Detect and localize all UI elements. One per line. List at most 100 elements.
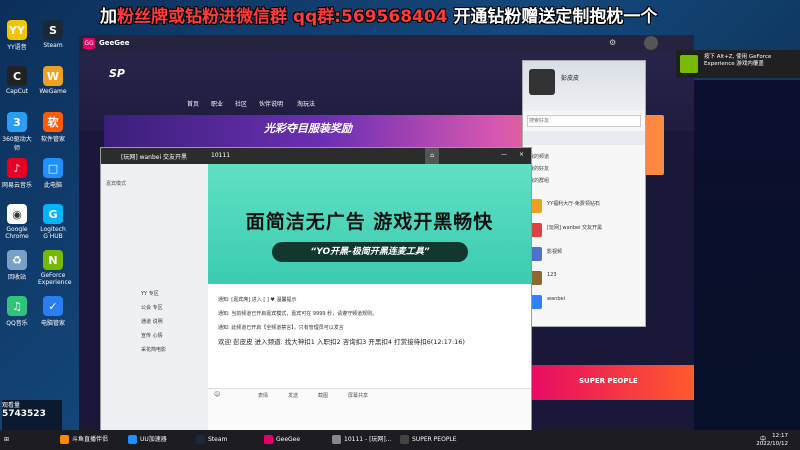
desktop-icon[interactable]: ✓ 电脑管家	[38, 296, 68, 327]
app-icon: G	[43, 204, 63, 224]
taskbar-app[interactable]: 斗鱼直播伴侣	[60, 433, 108, 447]
friend-name: YY福利大厅-免费领钻石	[547, 201, 600, 207]
taskbar-app[interactable]: GeeGee	[264, 433, 300, 447]
start-button[interactable]: ⊞	[4, 433, 9, 447]
nav-partner[interactable]: 伙伴说明	[259, 99, 283, 108]
desktop-icon[interactable]: S Steam	[38, 20, 68, 49]
friend-list-item[interactable]: 影视频	[523, 245, 645, 263]
group-channels[interactable]: 我的频道	[529, 151, 549, 163]
home-icon[interactable]: ⌂	[425, 148, 439, 164]
desktop-icon-label: WeGame	[39, 88, 67, 95]
desktop-icon-label: CapCut	[5, 88, 29, 95]
game-logo-icon: SP	[109, 67, 125, 80]
guest-mode-label: 嘉宾模式	[106, 181, 127, 187]
avatar[interactable]	[644, 36, 658, 50]
app-icon: ♫	[7, 296, 27, 316]
taskbar-app-icon	[332, 435, 341, 444]
ad-title: 面简洁无广告 游戏开黑畅快	[245, 211, 494, 233]
settings-icon[interactable]: ⚙	[609, 38, 616, 47]
nav-play[interactable]: 淘玩法	[297, 99, 315, 108]
ad-slogan: “YO开黑-极简开黑连麦工具”	[272, 242, 468, 262]
taskbar-app-label: UU加速器	[140, 436, 167, 443]
desktop-icon-label: GeForce Experience	[38, 272, 72, 286]
desktop-icon-label: Logitech G HUB	[40, 226, 66, 240]
toolbar-send[interactable]: 发送	[288, 392, 298, 399]
group-groups[interactable]: 我的群组	[529, 175, 549, 187]
avatar[interactable]	[529, 69, 555, 95]
channel-tree-item[interactable]: YY 专区	[141, 290, 159, 297]
desktop-icon[interactable]: 3 360驱动大师	[2, 112, 32, 152]
friend-search-input[interactable]	[527, 115, 641, 127]
channel-tree-item[interactable]: 采花简电影	[141, 346, 166, 353]
nav-home[interactable]: 首页	[187, 99, 199, 108]
desktop-icon[interactable]: ♪ 网易云音乐	[2, 158, 32, 189]
desktop-icon[interactable]: C CapCut	[2, 66, 32, 95]
taskbar-app-label: SUPER PEOPLE	[412, 436, 457, 443]
desktop-icon[interactable]: N GeForce Experience	[38, 250, 72, 286]
taskbar-app[interactable]: UU加速器	[128, 433, 167, 447]
chat-input-area[interactable]: ☺ 表情 发送 截图 屏幕共享	[208, 388, 531, 431]
taskbar-app-label: 斗鱼直播伴侣	[72, 436, 109, 443]
desktop-icon[interactable]: 软软件管家	[38, 112, 68, 143]
app-icon: S	[43, 20, 63, 40]
toolbar-screenshot[interactable]: 截图	[318, 392, 328, 399]
banner-suffix: 开通钻粉赠送定制抱枕一个	[453, 7, 658, 27]
minimize-icon[interactable]: —	[501, 151, 507, 158]
profile-nickname: 彭皮皮	[561, 75, 580, 82]
friend-list-item[interactable]: 123	[523, 269, 645, 287]
desktop-icon[interactable]: ♻ 回收站	[2, 250, 32, 281]
banner-red: 粉丝牌或钻粉进微信群	[117, 7, 287, 27]
friend-name: 123	[547, 272, 557, 278]
channel-tree-item[interactable]: 宣传 心情	[141, 332, 163, 339]
friend-panel-header: 彭皮皮	[523, 61, 645, 111]
taskbar-app-icon	[196, 435, 205, 444]
friend-name: [玩网] wanbei 交友开黑	[547, 225, 603, 231]
desktop-icon[interactable]: ◉ Google Chrome	[2, 204, 32, 240]
system-clock[interactable]: 12:17 2022/10/12	[756, 432, 788, 448]
view-counter: 观看量 5743523	[2, 400, 62, 430]
desktop-icon[interactable]: W WeGame	[38, 66, 68, 95]
nav-community[interactable]: 社区	[235, 99, 247, 108]
counter-label: 观看量	[2, 402, 21, 409]
toolbar-screenshare[interactable]: 屏幕共享	[348, 392, 368, 399]
nav-career[interactable]: 职业	[211, 99, 223, 108]
desktop-icon[interactable]: G Logitech G HUB	[38, 204, 68, 240]
notification-line1: 按下 Alt+Z, 使用 GeForce	[704, 54, 772, 60]
app-icon: W	[43, 66, 63, 86]
friend-list-item[interactable]: [玩网] wanbei 交友开黑	[523, 221, 645, 239]
desktop-icon-label: 此电脑	[43, 182, 62, 189]
close-icon[interactable]: ×	[519, 151, 524, 158]
channel-tree-item[interactable]: 通道 说明	[141, 318, 163, 325]
channel-tree-item[interactable]: 公会 专区	[141, 304, 163, 311]
toolbar-emoji[interactable]: 表情	[258, 392, 268, 399]
yy-channel-window: [玩网] wanbei 交友开黑 10111 ⌂ — × 嘉宾模式 YY 专区公…	[100, 147, 532, 431]
friend-list-item[interactable]: wanbei	[523, 293, 645, 311]
desktop-icon[interactable]: YY YY语音	[2, 20, 32, 51]
friend-list: YY福利大厅-免费领钻石 [玩网] wanbei 交友开黑影视频 123 wanbei	[523, 197, 645, 317]
notification-line2: Experience 游戏内覆盖	[704, 61, 764, 67]
promo-text: SUPER PEOPLE	[579, 377, 638, 385]
desktop-icon[interactable]: ♫ QQ音乐	[2, 296, 32, 327]
app-icon: □	[43, 158, 63, 178]
taskbar-app-icon	[400, 435, 409, 444]
emoji-icon[interactable]: ☺	[214, 391, 220, 398]
browser-brand: GeeGee	[99, 39, 130, 47]
desktop-icon-grid: YY YY语音 S Steam C CapCut W WeGame 3 360驱动大师软软件管家 ♪…	[2, 20, 78, 400]
friend-list-item[interactable]: YY福利大厅-免费领钻石	[523, 197, 645, 215]
banner-prefix: 加	[100, 7, 117, 27]
desktop-icon[interactable]: □ 此电脑	[38, 158, 68, 189]
group-friends[interactable]: 我的好友	[529, 163, 549, 175]
app-icon: 3	[7, 112, 27, 132]
app-icon: ✓	[43, 296, 63, 316]
friend-name: wanbei	[547, 296, 565, 302]
desktop-icon-label: Steam	[43, 42, 63, 49]
taskbar-app[interactable]: SUPER PEOPLE	[400, 433, 457, 447]
taskbar-app[interactable]: Steam	[196, 433, 227, 447]
chat-line: 通知: 此频道已开启【全频道禁言】，只有管理员可以发言	[218, 325, 344, 331]
taskbar-app[interactable]: 10111 - [玩网]...	[332, 433, 391, 447]
super-people-promo[interactable]: SUPER PEOPLE	[509, 365, 694, 400]
clock-date: 2022/10/12	[756, 441, 788, 447]
yy-titlebar: [玩网] wanbei 交友开黑 10111 ⌂ — ×	[101, 148, 531, 164]
banner-qq: qq群:569568404	[292, 7, 448, 27]
app-icon: ◉	[7, 204, 27, 224]
